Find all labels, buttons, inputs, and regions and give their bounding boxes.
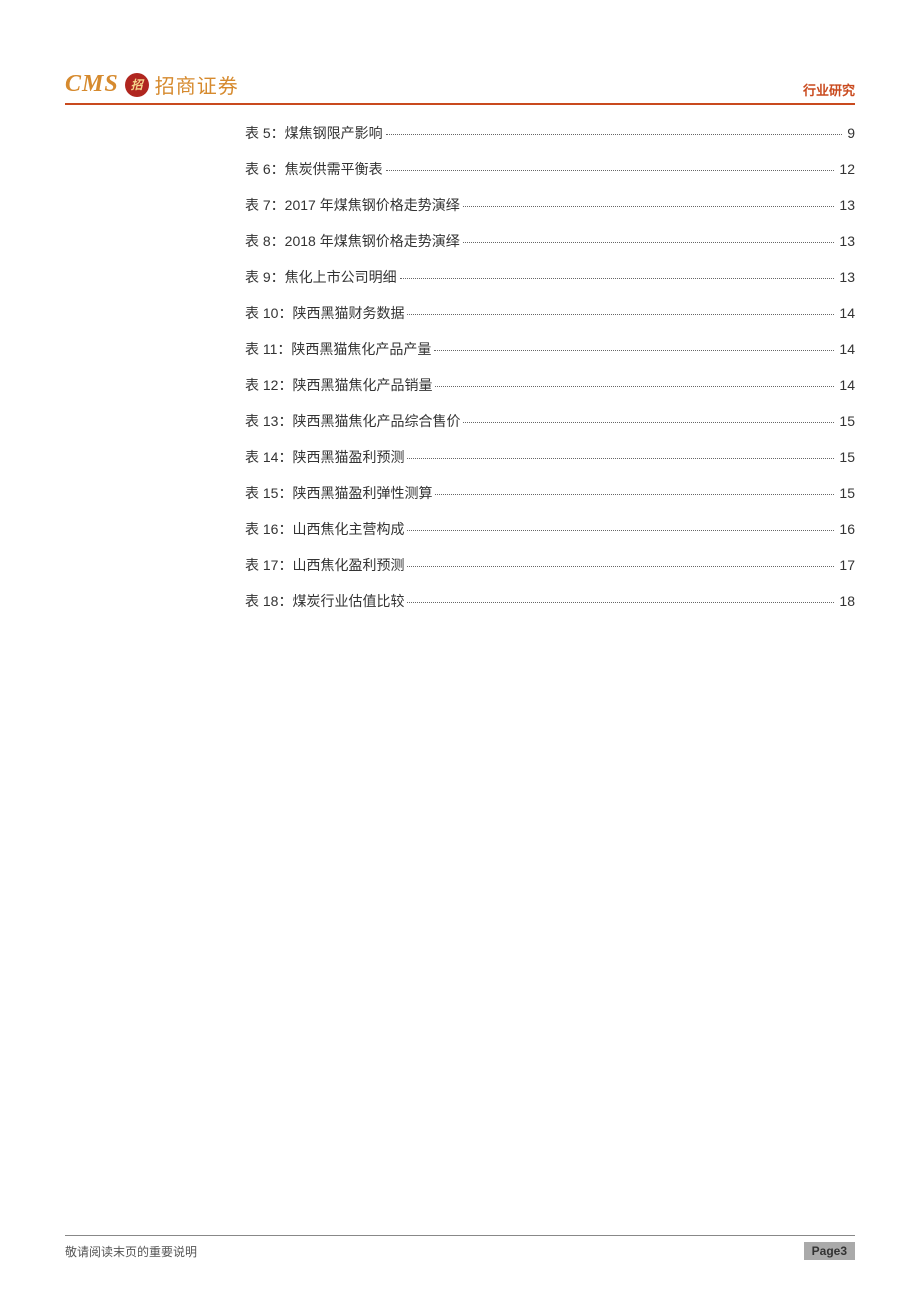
toc-page-number: 13 <box>837 197 855 213</box>
toc-leader-dots <box>407 602 834 603</box>
toc-entry: 表 7：2017 年煤焦钢价格走势演绎 13 <box>245 195 855 215</box>
logo-chinese-text: 招商证券 <box>155 70 239 99</box>
toc-page-number: 14 <box>837 377 855 393</box>
toc-leader-dots <box>386 134 843 135</box>
toc-page-number: 12 <box>837 161 855 177</box>
toc-entry: 表 5：煤焦钢限产影响 9 <box>245 123 855 143</box>
toc-leader-dots <box>407 314 834 315</box>
toc-entry: 表 16：山西焦化主营构成 16 <box>245 519 855 539</box>
toc-label: 表 5：煤焦钢限产影响 <box>245 123 383 143</box>
toc-label: 表 12：陕西黑猫焦化产品销量 <box>245 375 432 395</box>
toc-leader-dots <box>434 350 834 351</box>
toc-page-number: 17 <box>837 557 855 573</box>
footer-disclaimer: 敬请阅读末页的重要说明 <box>65 1243 197 1260</box>
toc-leader-dots <box>407 566 834 567</box>
toc-label: 表 7：2017 年煤焦钢价格走势演绎 <box>245 195 460 215</box>
toc-label: 表 13：陕西黑猫焦化产品综合售价 <box>245 411 460 431</box>
toc-leader-dots <box>463 242 835 243</box>
toc-page-number: 15 <box>837 485 855 501</box>
toc-page-number: 14 <box>837 305 855 321</box>
toc-label: 表 18：煤炭行业估值比较 <box>245 591 404 611</box>
logo-cms-text: CMS <box>65 71 119 98</box>
toc-page-number: 13 <box>837 269 855 285</box>
toc-entry: 表 14：陕西黑猫盈利预测 15 <box>245 447 855 467</box>
toc-page-number: 13 <box>837 233 855 249</box>
toc-page-number: 15 <box>837 413 855 429</box>
toc-entry: 表 6：焦炭供需平衡表 12 <box>245 159 855 179</box>
toc-entry: 表 13：陕西黑猫焦化产品综合售价 15 <box>245 411 855 431</box>
toc-leader-dots <box>386 170 835 171</box>
toc-leader-dots <box>463 422 834 423</box>
toc-page-number: 15 <box>837 449 855 465</box>
toc-page-number: 18 <box>837 593 855 609</box>
page-header: CMS 招 招商证券 行业研究 <box>65 70 855 105</box>
toc-entry: 表 9：焦化上市公司明细 13 <box>245 267 855 287</box>
toc-label: 表 11：陕西黑猫焦化产品产量 <box>245 339 431 359</box>
toc-page-number: 14 <box>837 341 855 357</box>
toc-leader-dots <box>407 458 834 459</box>
toc-label: 表 15：陕西黑猫盈利弹性测算 <box>245 483 432 503</box>
toc-page-number: 16 <box>837 521 855 537</box>
toc-leader-dots <box>435 386 834 387</box>
toc-leader-dots <box>407 530 834 531</box>
toc-label: 表 17：山西焦化盈利预测 <box>245 555 404 575</box>
toc-label: 表 8：2018 年煤焦钢价格走势演绎 <box>245 231 460 251</box>
page-footer: 敬请阅读末页的重要说明 Page3 <box>65 1235 855 1260</box>
toc-label: 表 10：陕西黑猫财务数据 <box>245 303 404 323</box>
table-of-contents: 表 5：煤焦钢限产影响 9 表 6：焦炭供需平衡表 12 表 7：2017 年煤… <box>245 123 855 611</box>
header-category: 行业研究 <box>803 80 855 99</box>
toc-leader-dots <box>400 278 835 279</box>
toc-page-number: 9 <box>845 125 855 141</box>
toc-label: 表 6：焦炭供需平衡表 <box>245 159 383 179</box>
toc-entry: 表 10：陕西黑猫财务数据 14 <box>245 303 855 323</box>
logo-circle-icon: 招 <box>125 73 149 97</box>
toc-entry: 表 18：煤炭行业估值比较 18 <box>245 591 855 611</box>
toc-entry: 表 8：2018 年煤焦钢价格走势演绎 13 <box>245 231 855 251</box>
toc-entry: 表 15：陕西黑猫盈利弹性测算 15 <box>245 483 855 503</box>
company-logo: CMS 招 招商证券 <box>65 70 239 99</box>
toc-entry: 表 12：陕西黑猫焦化产品销量 14 <box>245 375 855 395</box>
document-page: CMS 招 招商证券 行业研究 表 5：煤焦钢限产影响 9 表 6：焦炭供需平衡… <box>0 0 920 1302</box>
toc-label: 表 16：山西焦化主营构成 <box>245 519 404 539</box>
toc-entry: 表 17：山西焦化盈利预测 17 <box>245 555 855 575</box>
toc-leader-dots <box>435 494 834 495</box>
toc-leader-dots <box>463 206 835 207</box>
toc-entry: 表 11：陕西黑猫焦化产品产量 14 <box>245 339 855 359</box>
toc-label: 表 9：焦化上市公司明细 <box>245 267 397 287</box>
toc-label: 表 14：陕西黑猫盈利预测 <box>245 447 404 467</box>
page-number-badge: Page3 <box>804 1242 855 1260</box>
